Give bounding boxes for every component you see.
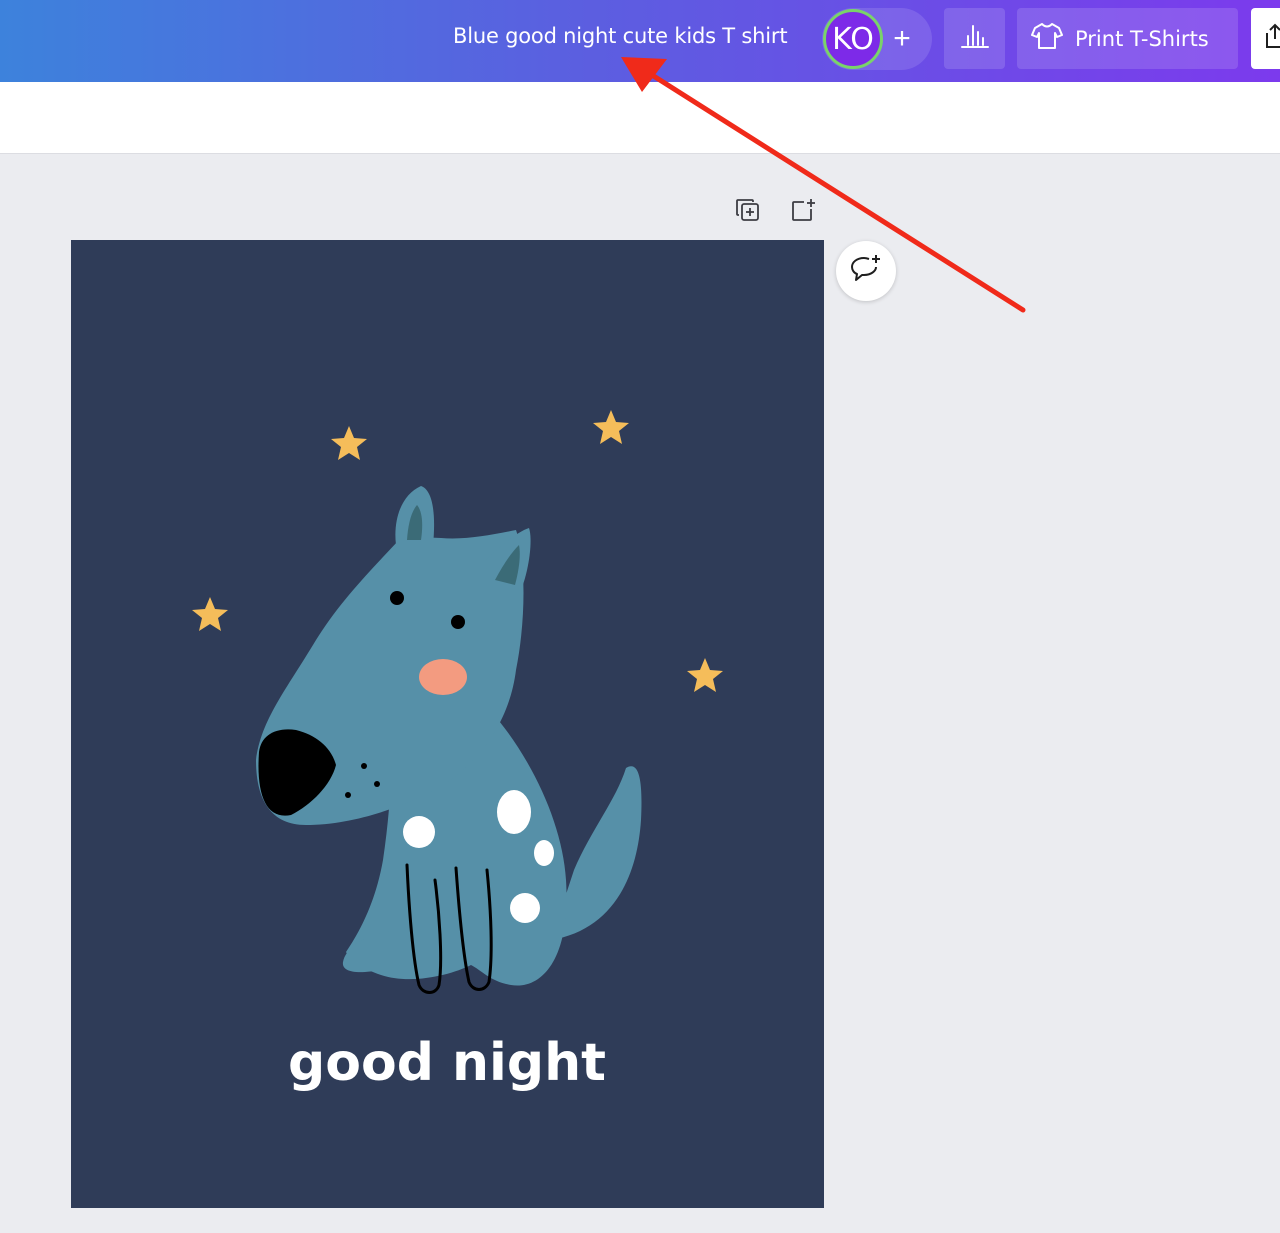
duplicate-page-button[interactable] (732, 196, 764, 228)
add-page-icon (790, 197, 816, 228)
add-comment-icon (849, 253, 883, 290)
insights-button[interactable] (944, 8, 1005, 69)
document-title[interactable]: Blue good night cute kids T shirt (453, 24, 788, 48)
star-icon (687, 658, 723, 692)
user-avatar[interactable]: KO (823, 9, 883, 69)
design-canvas[interactable]: good night (71, 240, 824, 1208)
share-button[interactable] (1251, 8, 1280, 69)
print-tshirts-button[interactable]: Print T-Shirts (1017, 8, 1238, 69)
design-artwork: good night (192, 410, 723, 1093)
share-icon (1265, 23, 1280, 54)
add-comment-button[interactable] (836, 241, 896, 301)
design-caption[interactable]: good night (288, 1033, 606, 1093)
star-icon (331, 426, 367, 460)
star-icon (192, 597, 228, 631)
duplicate-page-icon (735, 197, 761, 228)
print-tshirts-label: Print T-Shirts (1075, 26, 1209, 51)
dog-illustration (256, 486, 642, 994)
editor-toolbar (0, 82, 1280, 154)
add-page-button[interactable] (787, 196, 819, 228)
add-people-button[interactable]: + (884, 18, 920, 60)
bar-chart-icon (960, 22, 990, 55)
star-icon (593, 410, 629, 444)
tshirt-icon (1031, 22, 1063, 55)
editor-header: Blue good night cute kids T shirt KO + P… (0, 0, 1280, 82)
